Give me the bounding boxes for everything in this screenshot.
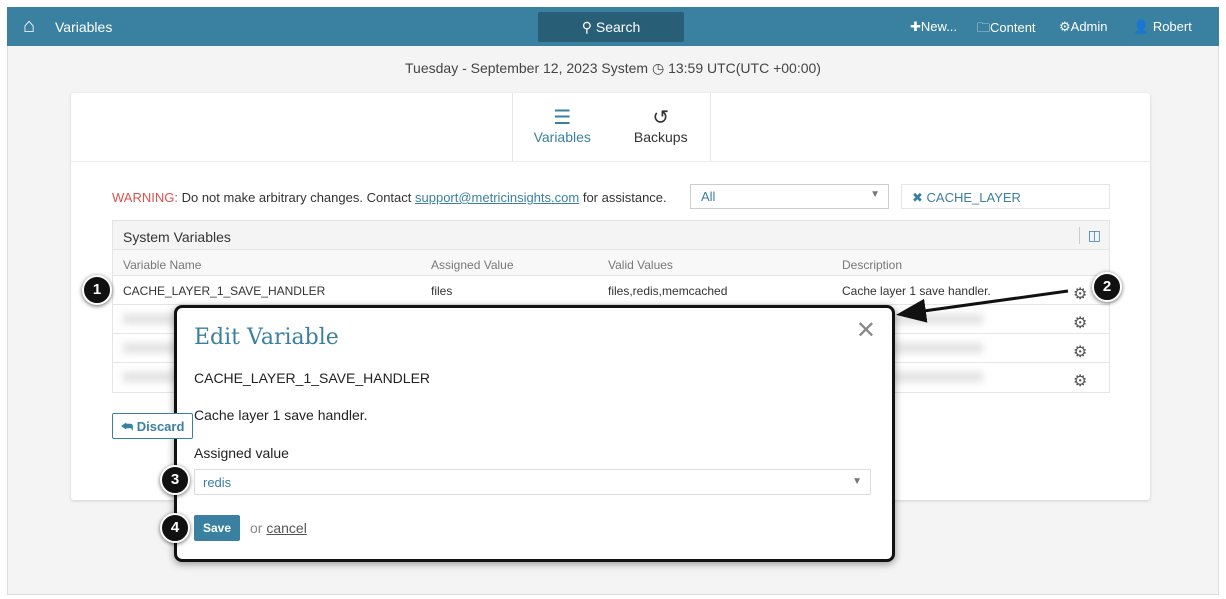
step-badge-3: 3 (160, 465, 190, 495)
callout-arrow (896, 289, 1069, 323)
step-badge-1: 1 (82, 275, 112, 305)
step-badge-4: 4 (160, 513, 190, 543)
discard-button[interactable]: ⮪ Discard (112, 413, 194, 439)
undo-icon: ⮪ (121, 419, 134, 434)
step-badge-2: 2 (1092, 272, 1122, 302)
